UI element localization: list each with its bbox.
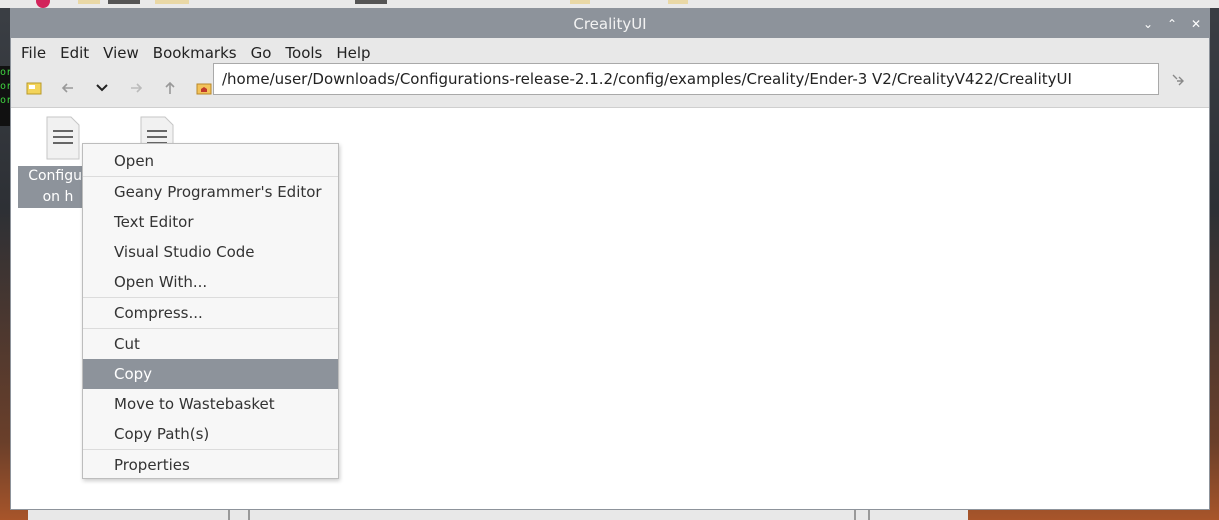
context-menu: Open Geany Programmer's Editor Text Edit… [82,143,339,479]
menu-item-compress[interactable]: Compress... [83,298,338,328]
forward-icon[interactable] [119,72,153,104]
taskbar-icon[interactable] [155,0,189,4]
new-folder-icon[interactable] [17,72,51,104]
panel-divider [228,510,230,520]
taskbar-icon[interactable] [78,0,100,4]
window-titlebar[interactable]: CrealityUI ⌄ ⌃ ✕ [11,9,1209,38]
background-window-strip [28,510,968,520]
menu-item-cut[interactable]: Cut [83,329,338,359]
menu-item-text-editor[interactable]: Text Editor [83,207,338,237]
terminal-line: or [0,95,10,106]
close-button[interactable]: ✕ [1189,17,1203,31]
terminal-background: or or or [0,66,10,126]
go-icon[interactable] [1166,68,1190,92]
menu-file[interactable]: File [17,44,56,62]
menu-help[interactable]: Help [332,44,380,62]
minimize-button[interactable]: ⌄ [1141,17,1155,31]
menu-view[interactable]: View [99,44,149,62]
taskbar-icon[interactable] [570,0,590,4]
menu-go[interactable]: Go [247,44,282,62]
menu-bookmarks[interactable]: Bookmarks [149,44,247,62]
menu-item-properties[interactable]: Properties [83,450,338,480]
terminal-line: or [0,67,10,78]
panel-divider [248,510,250,520]
menu-item-move-to-wastebasket[interactable]: Move to Wastebasket [83,389,338,419]
terminal-line: or [0,81,10,92]
taskbar-icon[interactable] [108,0,140,4]
taskbar-icon[interactable] [355,0,387,4]
panel-divider [868,510,870,520]
path-input[interactable]: /home/user/Downloads/Configurations-rele… [213,63,1159,95]
maximize-button[interactable]: ⌃ [1165,17,1179,31]
back-icon[interactable] [51,72,85,104]
menu-item-open[interactable]: Open [83,146,338,176]
desktop-top-strip [0,0,1219,8]
window-controls: ⌄ ⌃ ✕ [1141,9,1203,38]
menu-tools[interactable]: Tools [281,44,332,62]
menu-item-geany[interactable]: Geany Programmer's Editor [83,177,338,207]
history-dropdown-icon[interactable] [85,72,119,104]
raspberry-icon[interactable] [36,0,50,8]
up-icon[interactable] [153,72,187,104]
text-file-icon[interactable] [45,116,81,160]
panel-divider [854,510,856,520]
menu-edit[interactable]: Edit [56,44,99,62]
menu-item-vscode[interactable]: Visual Studio Code [83,237,338,267]
menu-item-copy-paths[interactable]: Copy Path(s) [83,419,338,449]
taskbar-icon[interactable] [668,0,688,4]
window-title: CrealityUI [573,14,647,33]
menu-item-open-with[interactable]: Open With... [83,267,338,297]
menu-item-copy[interactable]: Copy [83,359,338,389]
